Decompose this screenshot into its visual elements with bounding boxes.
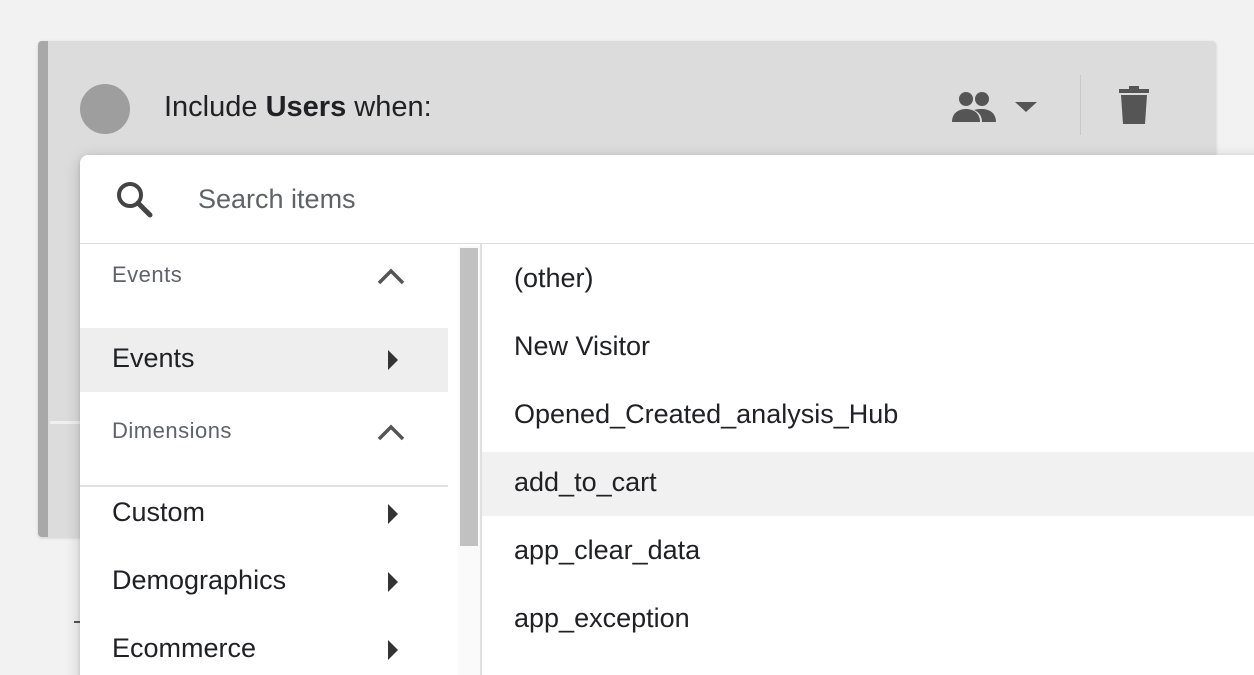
title-suffix: when: xyxy=(354,91,432,123)
category-scrollbar-thumb[interactable] xyxy=(460,248,478,546)
value-label: add_to_cart xyxy=(514,467,657,497)
caret-down-icon xyxy=(1015,102,1037,112)
category-label: Demographics xyxy=(112,565,287,595)
value-label: app_exception xyxy=(514,603,690,633)
value-label: (other) xyxy=(514,263,594,293)
category-label: Events xyxy=(112,343,195,373)
scope-dropdown-button[interactable] xyxy=(950,87,1050,127)
section-header-events[interactable]: Events xyxy=(80,244,448,308)
caret-right-icon xyxy=(388,572,398,592)
caret-right-icon xyxy=(388,504,398,524)
card-divider xyxy=(1080,75,1081,135)
value-item[interactable]: app_clear_data xyxy=(482,520,1254,584)
chevron-up-icon xyxy=(377,424,405,441)
value-label: New Visitor xyxy=(514,331,651,361)
item-picker-dropdown: Events Events Dimensions Custom xyxy=(80,155,1254,675)
section-header-dimensions[interactable]: Dimensions xyxy=(80,406,448,470)
value-label: Opened_Created_analysis_Hub xyxy=(514,399,899,429)
caret-right-icon xyxy=(388,640,398,660)
segment-builder: Include Users when: Search items Events … xyxy=(0,0,1254,675)
search-icon xyxy=(117,182,153,218)
section-label: Dimensions xyxy=(112,418,232,443)
condition-title: Include Users when: xyxy=(164,87,432,127)
title-prefix: Include xyxy=(164,91,258,123)
value-item[interactable]: (other) xyxy=(482,248,1254,312)
trash-icon xyxy=(1119,86,1149,124)
value-list: (other) New Visitor Opened_Created_analy… xyxy=(482,244,1254,675)
search-input[interactable] xyxy=(198,177,1098,221)
people-icon xyxy=(952,92,996,122)
category-item-demographics[interactable]: Demographics xyxy=(80,550,448,614)
search-row xyxy=(80,155,1254,244)
section-label: Events xyxy=(112,262,183,287)
value-item[interactable]: add_to_cart xyxy=(482,452,1254,516)
step-indicator xyxy=(80,84,130,134)
chevron-up-icon xyxy=(377,268,405,285)
value-item[interactable]: New Visitor xyxy=(482,316,1254,380)
category-label: Ecommerce xyxy=(112,633,257,663)
value-item[interactable]: app_exception xyxy=(482,588,1254,652)
caret-right-icon xyxy=(388,350,398,370)
category-item-events[interactable]: Events xyxy=(80,328,448,392)
delete-condition-button[interactable] xyxy=(1116,85,1152,125)
title-scope: Users xyxy=(265,91,347,123)
card-accent-stripe xyxy=(38,41,48,537)
category-item-custom[interactable]: Custom xyxy=(80,482,448,546)
category-item-ecommerce[interactable]: Ecommerce xyxy=(80,618,448,675)
value-item[interactable]: Opened_Created_analysis_Hub xyxy=(482,384,1254,448)
category-list: Events Events Dimensions Custom Demograp… xyxy=(80,244,448,675)
category-label: Custom xyxy=(112,497,206,527)
value-label: app_clear_data xyxy=(514,535,701,565)
